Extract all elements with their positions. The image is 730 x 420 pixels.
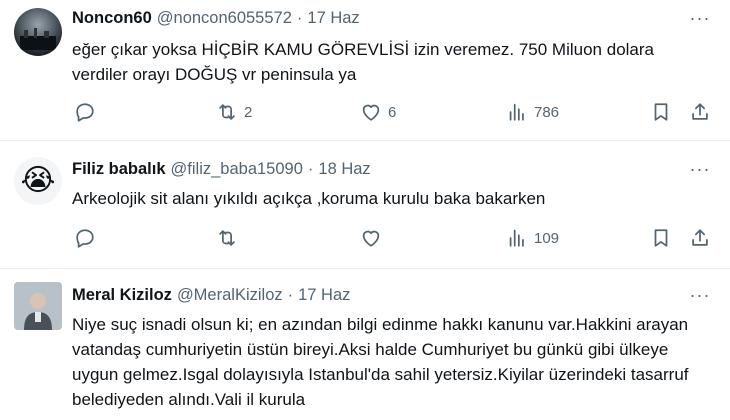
reply-icon	[76, 103, 94, 122]
tweet-1[interactable]: Noncon60 @noncon6055572 · 17 Haz ··· eğe…	[0, 0, 730, 140]
tweet-text: Arkeolojik sit alanı yıkıldı açıkça ,kor…	[72, 189, 546, 208]
like-button[interactable]	[360, 224, 388, 252]
bookmark-icon	[654, 229, 668, 247]
separator-dot: ·	[307, 159, 314, 178]
views-icon	[509, 229, 524, 247]
tweet-date[interactable]: 17 Haz	[307, 9, 359, 28]
like-button[interactable]: 6	[360, 98, 396, 126]
author-handle[interactable]: @MeralKiziloz	[177, 286, 283, 305]
bookmark-button[interactable]	[650, 224, 672, 252]
retweet-count: 2	[244, 103, 253, 121]
avatar-image	[20, 28, 56, 50]
share-button[interactable]	[689, 98, 711, 126]
separator-dot: ·	[296, 8, 303, 27]
views-count: 109	[534, 229, 560, 247]
author-name[interactable]: Filiz babalık	[72, 160, 166, 179]
avatar-image	[14, 282, 62, 330]
like-count: 6	[388, 103, 397, 121]
bookmark-button[interactable]	[650, 98, 672, 126]
avatar[interactable]	[14, 282, 62, 330]
action-bar: 109	[72, 224, 722, 252]
tweet-header: Meral Kiziloz @MeralKiziloz · 17 Haz	[72, 284, 350, 306]
retweet-button[interactable]: 2	[216, 98, 252, 126]
views-icon	[509, 103, 524, 121]
crying-face-emoji: 😭	[20, 164, 56, 197]
tweet-header: Filiz babalık @filiz_baba15090 · 18 Haz	[72, 158, 371, 180]
views-button[interactable]: 109	[506, 224, 559, 252]
avatar[interactable]: 😭	[14, 157, 62, 205]
author-handle[interactable]: @noncon6055572	[157, 9, 292, 28]
action-bar: 2 6 786	[72, 98, 722, 126]
share-button[interactable]	[689, 224, 711, 252]
reply-button[interactable]	[74, 224, 102, 252]
avatar[interactable]	[14, 8, 62, 56]
author-handle[interactable]: @filiz_baba15090	[171, 160, 303, 179]
more-options-icon[interactable]: ···	[688, 158, 712, 180]
author-name[interactable]: Noncon60	[72, 9, 152, 28]
views-button[interactable]: 786	[506, 98, 559, 126]
tweet-2[interactable]: 😭 Filiz babalık @filiz_baba15090 · 18 Ha…	[0, 141, 730, 268]
more-options-icon[interactable]: ···	[688, 284, 712, 306]
reply-icon	[76, 229, 94, 248]
bookmark-icon	[654, 103, 668, 121]
retweet-button[interactable]	[216, 224, 244, 252]
more-options-icon[interactable]: ···	[688, 7, 712, 29]
share-icon	[692, 103, 708, 120]
tweet-text: Niye suç isnadi olsun ki; en azından bil…	[72, 315, 689, 409]
separator-dot: ·	[287, 285, 294, 304]
tweet-3[interactable]: Meral Kiziloz @MeralKiziloz · 17 Haz ···…	[0, 269, 730, 420]
reply-button[interactable]	[74, 98, 102, 126]
like-icon	[362, 104, 380, 121]
author-name[interactable]: Meral Kiziloz	[72, 286, 172, 305]
tweet-header: Noncon60 @noncon6055572 · 17 Haz	[72, 7, 360, 29]
tweet-date[interactable]: 17 Haz	[298, 286, 350, 305]
like-icon	[362, 230, 380, 247]
share-icon	[692, 229, 708, 246]
retweet-icon	[219, 104, 235, 120]
views-count: 786	[534, 103, 560, 121]
tweet-date[interactable]: 18 Haz	[318, 160, 370, 179]
retweet-icon	[219, 230, 235, 246]
tweet-text: eğer çıkar yoksa HİÇBİR KAMU GÖREVLİSİ i…	[72, 40, 654, 84]
